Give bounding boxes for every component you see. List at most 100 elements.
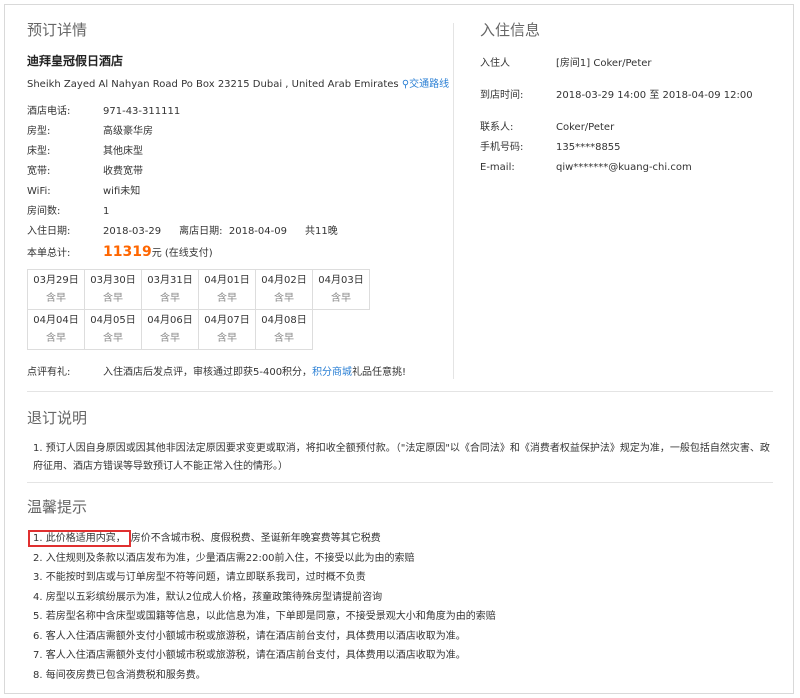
tip-item: 6. 客人入住酒店需额外支付小额城市税或旅游税，请在酒店前台支付，具体费用以酒店… xyxy=(33,630,466,642)
column-divider xyxy=(453,23,454,379)
calendar-cell: 03月30日 含早 xyxy=(84,269,142,310)
calendar-meal: 含早 xyxy=(46,332,66,344)
phone-value: 971-43-311111 xyxy=(103,106,181,117)
calendar-meal: 含早 xyxy=(160,292,180,304)
points-mall-link[interactable]: 积分商城 xyxy=(312,367,352,378)
review-reward-row: 点评有礼: 入住酒店后发点评，审核通过即获5-400积分，积分商城礼品任意挑! xyxy=(27,363,406,378)
tip-item: 1. 此价格适用内宾， 房价不含城市税、度假税费、圣诞新年晚宴费等其它税费 xyxy=(28,529,777,549)
checkin-info-section: 入住信息 入住人 [房间1] Coker/Peter 到店时间: 2018-03-2… xyxy=(480,19,780,178)
calendar-cell: 03月29日 含早 xyxy=(27,269,85,310)
tip-item: 7. 客人入住酒店需额外支付小额城市税或旅游税，请在酒店前台支付，具体费用以酒店… xyxy=(33,650,466,661)
info-row-phone: 酒店电话: 971-43-311111 xyxy=(27,102,447,122)
refund-policy-title: 退订说明 xyxy=(27,409,88,427)
info-row-broadband: 宽带: 收费宽带 xyxy=(27,162,447,182)
calendar-date: 04月01日 xyxy=(204,274,250,286)
info-row-wifi: WiFi: wifi未知 xyxy=(27,182,447,202)
tip-item: 8. 每间夜房费已包含消费税和服务费。 xyxy=(33,669,206,681)
rooms-value: 1 xyxy=(103,206,110,217)
guest-value: [房间1] Coker/Peter xyxy=(556,58,652,69)
checkout-date-label: 离店日期: xyxy=(179,226,223,237)
tip-item: 4. 房型以五彩缤纷展示为准，默认2位成人价格，孩童政策待殊房型请提前咨询 xyxy=(33,591,383,603)
calendar-cell: 04月03日 含早 xyxy=(312,269,370,310)
room-type-value: 高级豪华房 xyxy=(103,126,153,137)
calendar-date: 04月08日 xyxy=(261,314,307,326)
tip-item: 2. 入住规则及条款以酒店发布为准，少量酒店需22:00前入住，不接受以此为由的… xyxy=(33,552,415,564)
tips-list: 1. 此价格适用内宾， 房价不含城市税、度假税费、圣诞新年晚宴费等其它税费 2. … xyxy=(27,529,777,685)
booking-details-section: 预订详情 迪拜皇冠假日酒店 Sheikh Zayed Al Nahyan Roa… xyxy=(27,19,449,378)
checkin-date-value: 2018-03-29 xyxy=(103,226,162,237)
arrival-to: 2018-04-09 12:00 xyxy=(662,90,753,101)
order-detail-panel: 预订详情 迪拜皇冠假日酒店 Sheikh Zayed Al Nahyan Roa… xyxy=(4,4,794,694)
checkin-info-title: 入住信息 xyxy=(480,21,541,39)
wifi-value: wifi未知 xyxy=(103,186,141,197)
broadband-label: 宽带: xyxy=(27,166,51,177)
calendar-date: 04月06日 xyxy=(147,314,193,326)
info-row-rooms: 房间数: 1 xyxy=(27,202,447,222)
email-row: E-mail: qiw*******@kuang-chi.com xyxy=(480,158,780,178)
calendar-cell: 04月01日 含早 xyxy=(198,269,256,310)
tips-title: 温馨提示 xyxy=(27,498,88,516)
calendar-date: 04月04日 xyxy=(33,314,79,326)
arrival-from: 2018-03-29 14:00 xyxy=(556,90,647,101)
info-row-total: 本单总计: 11319元 (在线支付) xyxy=(27,242,447,262)
tip-item: 5. 若房型名称中含床型或国籍等信息，以此信息为准，下单即是同意，不接受景观大小… xyxy=(33,611,496,622)
contact-row: 联系人: Coker/Peter xyxy=(480,118,780,138)
hotel-address: Sheikh Zayed Al Nahyan Road Po Box 23215… xyxy=(27,79,399,90)
calendar-meal: 含早 xyxy=(103,292,123,304)
calendar-cell: 04月02日 含早 xyxy=(255,269,313,310)
calendar-date: 04月03日 xyxy=(318,274,364,286)
calendar-date: 03月31日 xyxy=(147,274,193,286)
calendar-cell: 04月05日 含早 xyxy=(84,309,142,350)
info-row-room-type: 房型: 高级豪华房 xyxy=(27,122,447,142)
contact-value: Coker/Peter xyxy=(556,122,615,133)
review-label: 点评有礼: xyxy=(27,367,71,378)
calendar-date: 04月05日 xyxy=(90,314,136,326)
section-divider xyxy=(27,391,773,392)
room-type-label: 房型: xyxy=(27,126,51,137)
tip-item-rest: 房价不含城市税、度假税费、圣诞新年晚宴费等其它税费 xyxy=(130,533,381,544)
tip-highlight: 1. 此价格适用内宾， xyxy=(28,530,131,547)
calendar-empty-cell xyxy=(313,310,370,350)
mobile-row: 手机号码: 135****8855 xyxy=(480,138,780,158)
arrival-to-word: 至 xyxy=(649,90,660,101)
guest-row: 入住人 [房间1] Coker/Peter xyxy=(480,54,780,74)
rooms-label: 房间数: xyxy=(27,206,61,217)
email-value: qiw*******@kuang-chi.com xyxy=(556,162,692,173)
checkin-date-label: 入住日期: xyxy=(27,226,71,237)
calendar-meal: 含早 xyxy=(274,332,294,344)
phone-label: 酒店电话: xyxy=(27,106,71,117)
calendar-cell: 04月06日 含早 xyxy=(141,309,199,350)
hotel-address-line: Sheikh Zayed Al Nahyan Road Po Box 23215… xyxy=(27,75,449,90)
refund-policy-section: 退订说明 1. 预订人因自身原因或因其他非因法定原因要求变更或取消，将扣收全额预… xyxy=(27,407,777,476)
arrival-label: 到店时间: xyxy=(480,90,524,101)
calendar-row: 04月04日 含早 04月05日 含早 04月06日 含早 04月07日 含早 04月0… xyxy=(27,309,370,350)
mobile-value: 135****8855 xyxy=(556,142,621,153)
hotel-name[interactable]: 迪拜皇冠假日酒店 xyxy=(27,52,447,69)
wifi-label: WiFi: xyxy=(27,186,51,197)
hotel-info-list: 酒店电话: 971-43-311111 房型: 高级豪华房 床型: 其他床型 宽带: 收… xyxy=(27,102,447,262)
calendar-cell: 04月04日 含早 xyxy=(27,309,85,350)
calendar-cell: 04月07日 含早 xyxy=(198,309,256,350)
calendar-date: 04月02日 xyxy=(261,274,307,286)
refund-policy-text: 1. 预订人因自身原因或因其他非因法定原因要求变更或取消，将扣收全额预付款。（"… xyxy=(33,443,770,472)
mobile-label: 手机号码: xyxy=(480,142,524,153)
calendar-meal: 含早 xyxy=(331,292,351,304)
calendar-meal: 含早 xyxy=(217,292,237,304)
guest-label: 入住人 xyxy=(480,58,510,69)
info-row-dates: 入住日期: 2018-03-29 离店日期: 2018-04-09 共11晚 xyxy=(27,222,447,242)
tips-section: 温馨提示 1. 此价格适用内宾， 房价不含城市税、度假税费、圣诞新年晚宴费等其它税… xyxy=(27,496,777,685)
bed-type-value: 其他床型 xyxy=(103,146,143,157)
traffic-route-link[interactable]: 交通路线 xyxy=(409,79,449,90)
calendar-date: 04月07日 xyxy=(204,314,250,326)
total-label: 本单总计: xyxy=(27,248,71,259)
section-divider xyxy=(27,482,773,483)
nights-count: 共11晚 xyxy=(304,226,338,237)
booking-details-title: 预订详情 xyxy=(27,21,88,39)
email-label: E-mail: xyxy=(480,162,515,173)
calendar-meal: 含早 xyxy=(46,292,66,304)
total-payment-note: 元 (在线支付) xyxy=(151,248,213,259)
calendar-meal: 含早 xyxy=(103,332,123,344)
calendar-cell: 03月31日 含早 xyxy=(141,269,199,310)
calendar-meal: 含早 xyxy=(274,292,294,304)
contact-label: 联系人: xyxy=(480,122,514,133)
